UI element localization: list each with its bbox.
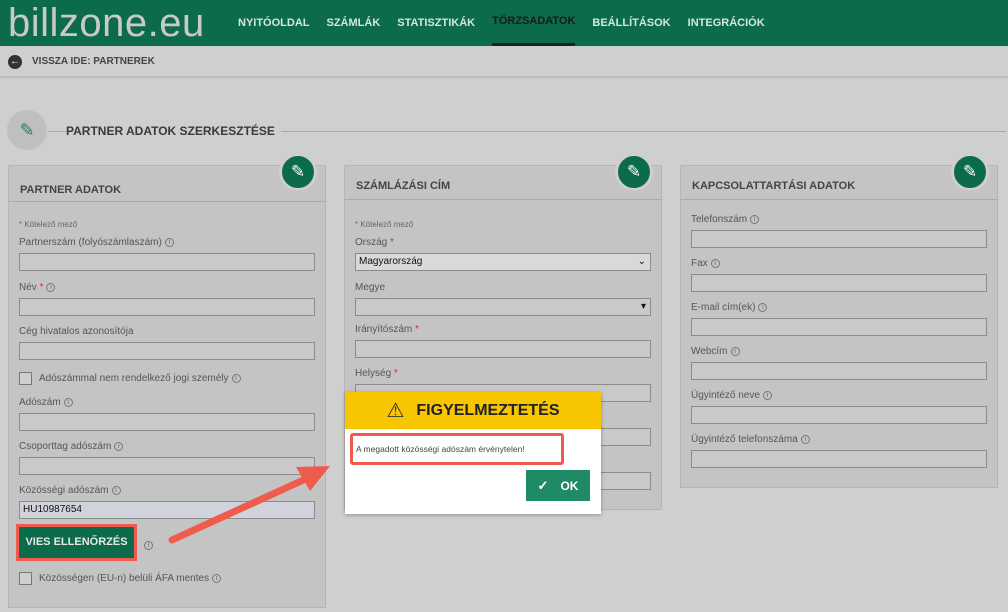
ok-button[interactable]: ✓ OK (526, 470, 590, 501)
modal-title: FIGYELMEZTETÉS (416, 401, 560, 419)
annotation-arrow (168, 466, 330, 544)
warning-modal: ⚠ FIGYELMEZTETÉS A megadott közösségi ad… (345, 392, 601, 514)
ok-label: OK (560, 478, 579, 493)
modal-message: A megadott közösségi adószám érvénytelen… (350, 433, 564, 465)
warning-triangle-icon: ⚠ (386, 400, 405, 422)
check-icon: ✓ (537, 477, 549, 493)
modal-header: ⚠ FIGYELMEZTETÉS (345, 392, 601, 429)
